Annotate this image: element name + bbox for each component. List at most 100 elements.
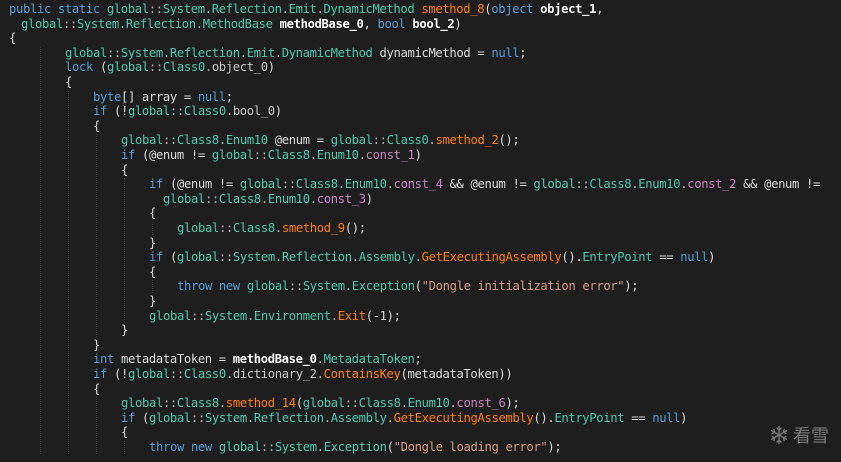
code-token: "Dongle initialization error" — [421, 279, 625, 294]
code-line[interactable]: if (@enum != global::Class8.Enum10.const… — [149, 176, 820, 192]
code-line[interactable]: if (global::System.Reflection.Assembly.G… — [149, 249, 716, 265]
code-line[interactable]: { — [65, 74, 72, 90]
code-token: . — [118, 16, 126, 31]
code-token: null — [652, 410, 681, 425]
code-line[interactable]: { — [9, 30, 16, 46]
code-line[interactable]: public static global::System.Reflection.… — [9, 1, 603, 17]
code-token: ( — [386, 440, 394, 454]
code-line[interactable]: throw new global::System.Exception("Dong… — [177, 278, 639, 294]
code-line[interactable]: global::Class8.smethod_14(global::Class8… — [121, 395, 520, 411]
code-line[interactable]: global::Class8.Enum10 @enum = global::Cl… — [121, 132, 520, 148]
code-token: ( — [414, 279, 422, 294]
code-token: :: — [204, 191, 219, 206]
code-line[interactable]: global::System.Reflection.MethodBase met… — [21, 16, 462, 32]
watermark: 看雪 — [769, 422, 829, 448]
code-line[interactable]: throw new global::System.Exception("Dong… — [149, 439, 562, 455]
code-token: Enum10 — [407, 396, 450, 411]
code-token: if — [149, 250, 170, 265]
code-token: :: — [218, 221, 233, 235]
code-line[interactable]: if (global::System.Reflection.Assembly.G… — [121, 410, 688, 426]
code-token: (-1); — [365, 308, 401, 323]
code-line[interactable]: { — [93, 118, 100, 134]
code-token: object — [491, 2, 541, 16]
code-token: . — [204, 2, 212, 16]
code-line[interactable]: { — [93, 381, 100, 397]
code-token: :: — [162, 133, 177, 148]
code-token: object_1 — [540, 2, 597, 16]
code-line[interactable]: { — [149, 205, 156, 221]
code-token: ) — [454, 16, 462, 31]
code-token: ); — [505, 396, 520, 411]
code-token: ); — [624, 279, 639, 294]
code-token: Class0 — [183, 367, 226, 381]
code-editor[interactable]: public static global::System.Reflection.… — [0, 0, 841, 462]
code-token: { — [9, 31, 16, 46]
code-line[interactable]: } — [149, 235, 156, 251]
code-token: && @enum != — [736, 177, 820, 192]
code-line[interactable]: global::System.Reflection.Emit.DynamicMe… — [65, 45, 527, 61]
code-token: Class8 — [176, 396, 219, 411]
code-token: [] array = — [120, 89, 198, 104]
code-token: ; — [225, 89, 233, 104]
code-token: } — [149, 235, 156, 250]
code-token: System — [120, 45, 163, 60]
code-line[interactable]: byte[] array = null; — [93, 89, 233, 105]
code-token: . — [316, 367, 324, 381]
code-line[interactable]: global::System.Environment.Exit(-1); — [149, 308, 401, 324]
code-token: Class8 — [218, 191, 261, 206]
code-line[interactable]: global::Class8.Enum10.const_3) — [163, 191, 373, 207]
code-line[interactable]: } — [93, 337, 100, 353]
code-token: Class8 — [295, 177, 338, 192]
code-token: ; — [414, 352, 422, 367]
code-token: null — [197, 89, 226, 104]
code-token: . — [246, 410, 254, 425]
code-token: { — [93, 381, 100, 396]
code-token: DynamicMethod — [281, 45, 380, 60]
code-token: dynamicMethod = — [379, 45, 492, 60]
code-token: . — [344, 279, 352, 294]
code-line[interactable]: if (!global::Class0.dictionary_2.Contain… — [93, 366, 513, 382]
code-token: . — [351, 250, 359, 265]
code-token: :: — [288, 279, 303, 294]
code-token: global — [239, 177, 282, 192]
code-line[interactable]: } — [149, 293, 156, 309]
code-token: methodBase_0 — [279, 16, 364, 31]
code-token: global — [121, 133, 163, 148]
indent-guide — [40, 46, 41, 454]
code-line[interactable]: { — [121, 424, 128, 440]
code-line[interactable]: lock (global::Class0.object_0) — [65, 59, 275, 75]
code-line[interactable]: if (!global::Class0.bool_0) — [93, 103, 282, 119]
code-token: . — [239, 45, 247, 60]
code-line[interactable]: global::Class8.smethod_9(); — [177, 220, 366, 236]
code-token: ( — [295, 396, 303, 411]
code-token: global — [302, 396, 345, 411]
code-token: ) — [274, 104, 282, 119]
code-token: :: — [260, 440, 275, 454]
code-token: :: — [190, 308, 205, 323]
code-token: . — [204, 60, 212, 75]
code-token: Emit — [288, 2, 317, 16]
code-line[interactable]: { — [149, 264, 156, 280]
code-token: ); — [547, 440, 562, 454]
code-token: (); — [498, 133, 520, 148]
code-token: System — [162, 2, 205, 16]
code-token: methodBase_0 — [232, 352, 317, 367]
code-token: Enum10 — [316, 148, 359, 162]
code-token: metadataToken = — [120, 352, 233, 367]
code-line[interactable]: { — [121, 162, 128, 178]
code-line[interactable]: if (@enum != global::Class8.Enum10.const… — [121, 147, 422, 163]
code-line[interactable]: } — [121, 322, 128, 338]
code-token: System — [204, 308, 247, 323]
code-token: . — [162, 45, 170, 60]
code-token: object_0 — [211, 60, 268, 75]
code-token: Reflection — [125, 16, 196, 31]
code-token: . — [281, 2, 289, 16]
code-token: lock — [65, 60, 100, 75]
code-token: System — [204, 410, 247, 425]
code-line[interactable]: int metadataToken = methodBase_0.Metadat… — [93, 351, 422, 367]
code-token: System — [232, 250, 275, 265]
code-token: . — [274, 250, 282, 265]
code-token: . — [316, 2, 324, 16]
code-token: (@enum != — [141, 148, 212, 162]
code-token: . — [358, 148, 366, 162]
